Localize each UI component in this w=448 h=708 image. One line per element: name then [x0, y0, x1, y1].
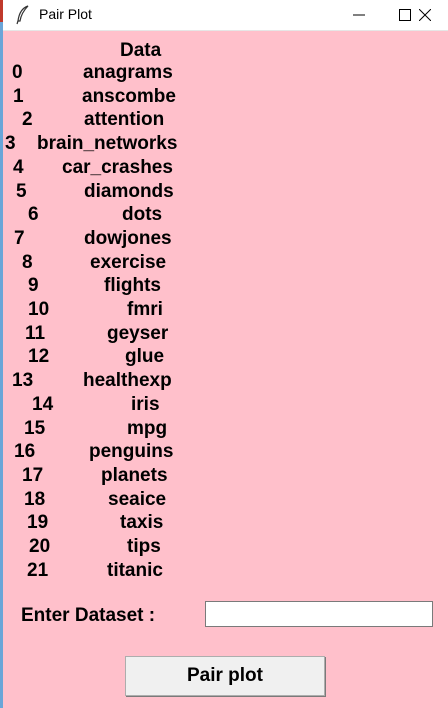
row-dataset-name: dowjones	[84, 227, 172, 249]
row-index: 7	[14, 227, 25, 249]
close-icon	[419, 9, 431, 21]
minimize-button[interactable]	[336, 0, 382, 30]
row-dataset-name: exercise	[90, 251, 167, 273]
row-dataset-name: attention	[84, 109, 165, 131]
row-index: 0	[12, 62, 23, 83]
row-index: 17	[22, 464, 44, 486]
row-index: 10	[28, 299, 50, 320]
row-index: 20	[29, 536, 51, 557]
row-dataset-name: tips	[127, 536, 161, 557]
row-dataset-name: car_crashes	[62, 156, 173, 178]
row-index: 3	[5, 133, 16, 155]
row-dataset-name: titanic	[107, 559, 163, 581]
title-bar: Pair Plot	[3, 0, 448, 31]
row-index: 18	[24, 488, 46, 510]
dataset-label: Enter Dataset :	[21, 605, 156, 626]
minimize-icon	[353, 14, 365, 16]
row-index: 4	[13, 156, 24, 178]
window-title: Pair Plot	[39, 6, 92, 22]
feather-icon	[15, 5, 31, 25]
row-dataset-name: flights	[104, 275, 161, 297]
row-dataset-name: glue	[125, 346, 165, 368]
row-dataset-name: brain_networks	[37, 133, 178, 155]
row-index: 9	[28, 275, 39, 297]
row-dataset-name: healthexp	[83, 370, 172, 392]
row-index: 2	[22, 109, 33, 131]
row-dataset-name: seaice	[108, 488, 167, 510]
row-dataset-name: penguins	[89, 441, 174, 463]
table-header: Data	[120, 40, 162, 61]
row-dataset-name: anscombe	[82, 85, 176, 107]
row-index: 13	[12, 370, 34, 392]
row-index: 6	[28, 204, 39, 226]
pair-plot-button[interactable]: Pair plot	[125, 656, 325, 696]
dataset-input[interactable]	[205, 601, 433, 627]
row-index: 21	[27, 559, 49, 581]
row-dataset-name: geyser	[107, 322, 169, 344]
row-index: 16	[14, 441, 36, 463]
row-dataset-name: taxis	[120, 512, 164, 534]
row-dataset-name: fmri	[127, 299, 163, 320]
row-index: 19	[27, 512, 49, 534]
row-index: 15	[24, 417, 46, 439]
row-dataset-name: iris	[131, 393, 160, 415]
row-index: 14	[32, 393, 54, 415]
row-dataset-name: mpg	[127, 417, 168, 439]
row-index: 1	[13, 85, 24, 107]
row-index: 12	[28, 346, 50, 368]
row-dataset-name: diamonds	[84, 180, 174, 202]
row-dataset-name: planets	[101, 464, 168, 486]
row-dataset-name: dots	[122, 204, 163, 226]
main-content: Data 0 anagrams 1 anscombe 2 attention 3 brain_…	[3, 31, 448, 708]
close-button[interactable]	[402, 0, 448, 30]
row-dataset-name: anagrams	[83, 62, 173, 83]
row-index: 8	[22, 251, 33, 273]
row-index: 11	[25, 322, 46, 344]
row-index: 5	[16, 180, 27, 202]
